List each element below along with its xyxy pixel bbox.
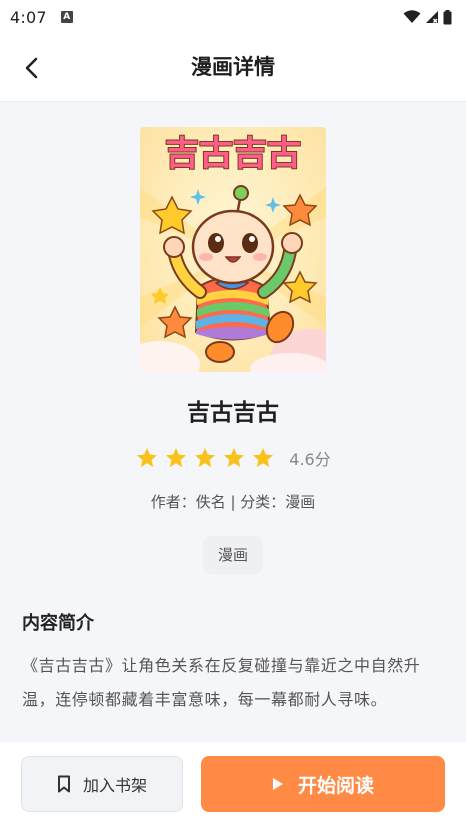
section-title-description: 内容简介	[22, 613, 94, 634]
star-icon	[166, 448, 187, 467]
start-reading-button[interactable]: 开始阅读	[201, 756, 445, 812]
app-bar: 漫画详情	[0, 34, 466, 102]
rating-row: 4.6分	[0, 444, 466, 472]
bottom-action-bar: 加入书架 开始阅读	[0, 742, 466, 828]
star-icon	[224, 448, 245, 467]
rating-score: 4.6分	[289, 450, 331, 469]
signal-icon	[426, 11, 438, 24]
category-tag[interactable]: 漫画	[203, 536, 263, 574]
play-icon	[272, 778, 283, 790]
comic-title: 吉古吉古	[187, 400, 279, 426]
add-to-shelf-button[interactable]: 加入书架	[21, 756, 183, 812]
status-bar: 4:07 A	[0, 0, 466, 34]
start-reading-label: 开始阅读	[297, 774, 374, 797]
status-icons	[403, 9, 452, 25]
wifi-icon	[403, 10, 421, 23]
battery-icon	[443, 9, 452, 24]
bookmark-icon	[57, 775, 70, 793]
star-icon	[195, 448, 216, 467]
rating-stars	[135, 446, 275, 470]
page-title: 漫画详情	[191, 55, 275, 79]
status-time: 4:07	[10, 7, 47, 27]
star-icon	[253, 448, 274, 467]
star-icon	[137, 448, 158, 467]
description-text: 《吉古吉古》让角色关系在反复碰撞与靠近之中自然升温，连停顿都藏着丰富意味，每一幕…	[22, 656, 421, 709]
author-category: 作者：佚名 | 分类：漫画	[150, 493, 316, 511]
cover-illustration: 吉古吉古	[140, 127, 326, 372]
add-to-shelf-label: 加入书架	[82, 776, 147, 795]
comic-cover: 吉古吉古	[140, 127, 326, 372]
cover-title-text: 吉古吉古	[165, 134, 301, 174]
notification-a-icon: A	[60, 11, 73, 23]
